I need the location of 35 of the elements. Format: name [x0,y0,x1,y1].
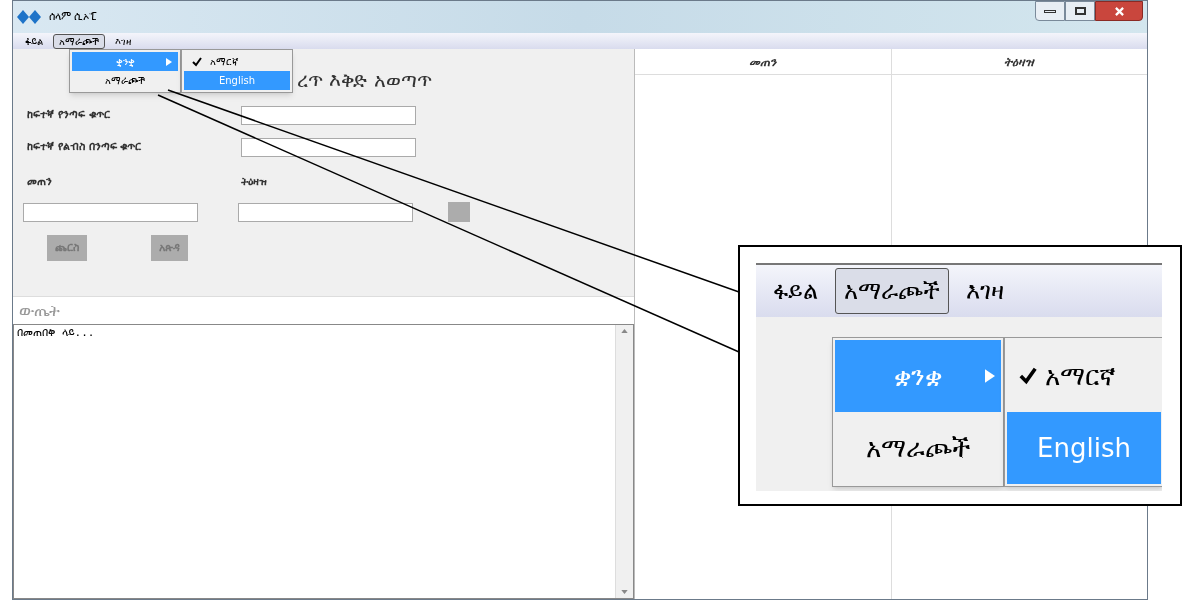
output-textarea[interactable]: በመጠበቅ ላይ... [13,324,634,599]
menu-entry[interactable]: አማርኛ [1007,340,1161,412]
menu-item[interactable]: እገዛ [109,33,137,49]
column-header[interactable]: ትዕዛዝ [891,49,1147,75]
check-icon [192,56,202,67]
menu-entry[interactable]: አማራጮች [835,412,1001,484]
check-icon [1019,367,1037,385]
input-field[interactable] [241,137,416,157]
input-field[interactable] [238,202,413,222]
menu-item[interactable]: አማራጮች [835,268,949,314]
scroll-up-icon[interactable] [621,329,628,333]
window-title: ሰላም ሲኦፒ [49,8,98,25]
field-label: ከፍተኛ የልብስ በንጣፍ ቁጥር [27,138,143,155]
diamond-logo-icon [17,10,41,24]
input-field[interactable] [241,105,416,125]
scrollbar[interactable] [615,325,633,598]
form-heading: ረጥ እቅድ አወጣጥ [297,67,432,94]
menu-item[interactable]: አማራጮች [53,33,105,49]
menu-item[interactable]: እገዛ [957,268,1013,314]
minimize-button[interactable] [1035,1,1065,21]
menu-entry[interactable]: አማራጮች [72,71,178,90]
scroll-down-icon[interactable] [621,590,628,594]
output-text: በመጠበቅ ላይ... [16,325,96,341]
maximize-button[interactable] [1065,1,1095,21]
column-header[interactable]: መጠን [635,49,891,75]
input-field[interactable] [23,202,198,222]
close-button[interactable] [1095,1,1143,21]
menu-entry[interactable]: አማርኛ [184,52,290,71]
close-icon [1113,6,1125,16]
field-label: ትዕዛዝ [241,173,267,190]
field-label: ከፍተኛ የንጣፍ ቁጥር [27,106,111,123]
field-label: መጠን [27,173,53,190]
menu-item[interactable]: ፋይል [19,33,49,49]
menu-item[interactable]: ፋይል [764,268,827,314]
submenu-arrow-icon [166,57,172,66]
